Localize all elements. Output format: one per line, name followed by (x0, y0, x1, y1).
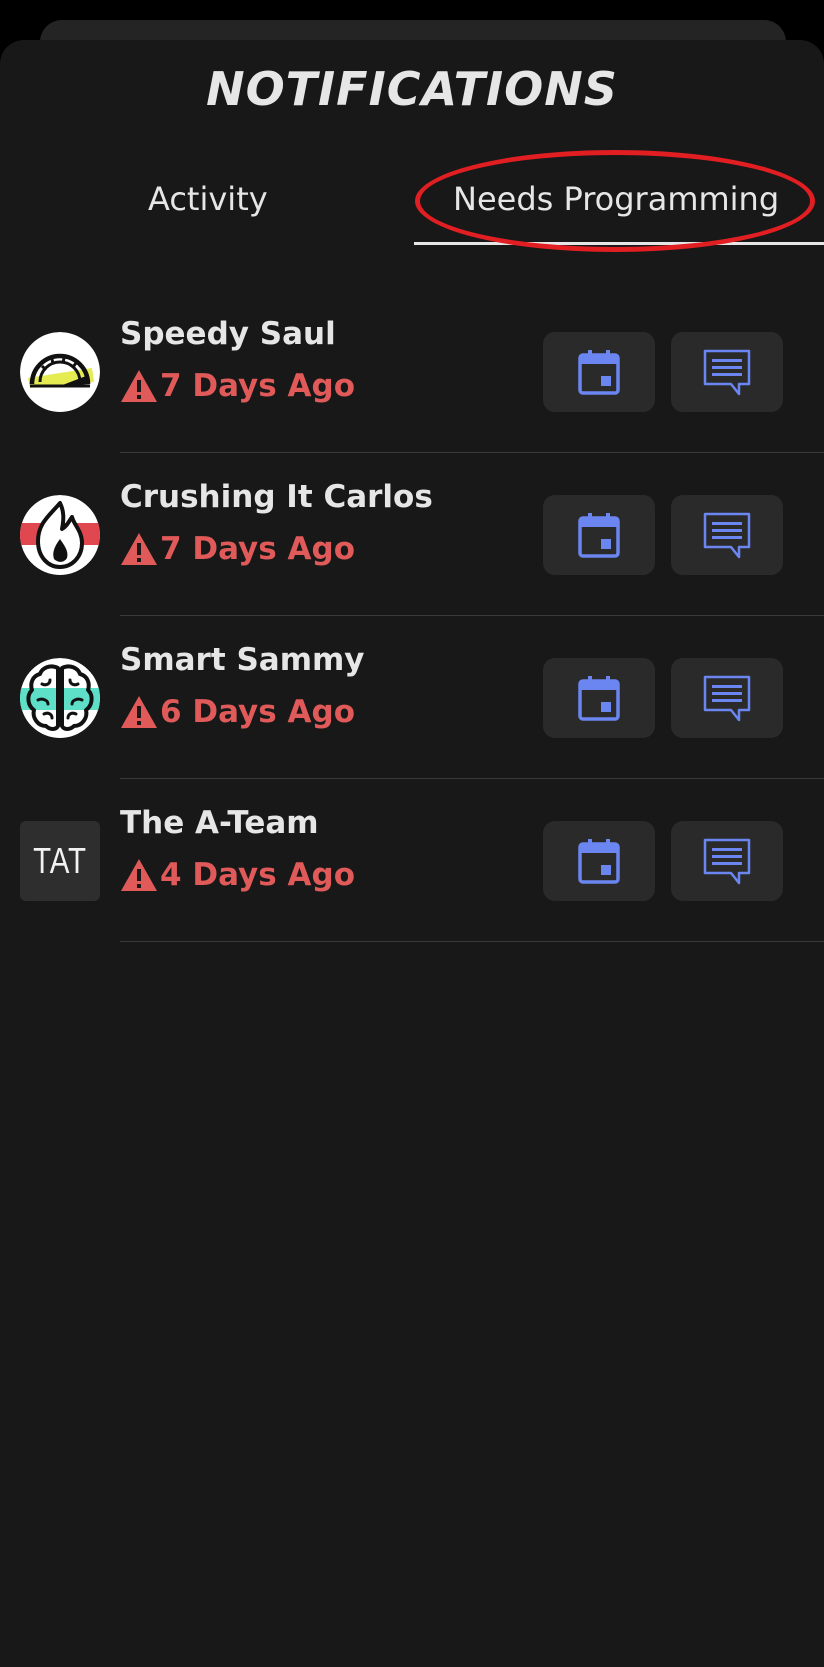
calendar-icon (578, 839, 620, 884)
active-tab-indicator (414, 242, 824, 245)
avatar (20, 332, 100, 412)
tab-activity[interactable]: Activity (148, 180, 268, 218)
speedometer-icon (20, 332, 100, 412)
avatar-initials: TAT (33, 840, 87, 881)
chat-icon (703, 349, 751, 396)
brain-icon (20, 658, 100, 738)
notification-age-text: 4 Days Ago (160, 857, 355, 893)
calendar-button[interactable] (543, 821, 655, 901)
calendar-icon (578, 676, 620, 721)
calendar-icon (578, 350, 620, 395)
notification-name: Smart Sammy (120, 642, 365, 678)
notification-name: Crushing It Carlos (120, 479, 433, 515)
notification-name: Speedy Saul (120, 316, 336, 352)
notification-age: 7 Days Ago (120, 368, 355, 404)
list-item[interactable]: Speedy Saul 7 Days Ago (0, 290, 824, 453)
calendar-button[interactable] (543, 658, 655, 738)
chat-icon (703, 675, 751, 722)
list-item[interactable]: Smart Sammy 6 Days Ago (0, 616, 824, 779)
warning-icon (120, 695, 158, 729)
notification-age: 6 Days Ago (120, 694, 355, 730)
avatar (20, 658, 100, 738)
calendar-button[interactable] (543, 332, 655, 412)
page-title: NOTIFICATIONS (206, 62, 618, 116)
warning-icon (120, 369, 158, 403)
calendar-icon (578, 513, 620, 558)
notification-age-text: 7 Days Ago (160, 531, 355, 567)
notification-name: The A-Team (120, 805, 319, 841)
notification-age-text: 6 Days Ago (160, 694, 355, 730)
notifications-sheet: NOTIFICATIONS Activity Needs Programming… (0, 40, 824, 1667)
message-button[interactable] (671, 332, 783, 412)
avatar (20, 495, 100, 575)
avatar: TAT (20, 821, 100, 901)
divider (120, 941, 824, 942)
notification-age-text: 7 Days Ago (160, 368, 355, 404)
message-button[interactable] (671, 495, 783, 575)
warning-icon (120, 532, 158, 566)
flame-icon (20, 495, 100, 575)
warning-icon (120, 858, 158, 892)
list-item[interactable]: Crushing It Carlos 7 Days Ago (0, 453, 824, 616)
message-button[interactable] (671, 821, 783, 901)
message-button[interactable] (671, 658, 783, 738)
tab-needs-programming[interactable]: Needs Programming (453, 180, 779, 218)
chat-icon (703, 512, 751, 559)
chat-icon (703, 838, 751, 885)
list-item[interactable]: TAT The A-Team 4 Days Ago (0, 779, 824, 942)
notification-age: 7 Days Ago (120, 531, 355, 567)
calendar-button[interactable] (543, 495, 655, 575)
notification-age: 4 Days Ago (120, 857, 355, 893)
